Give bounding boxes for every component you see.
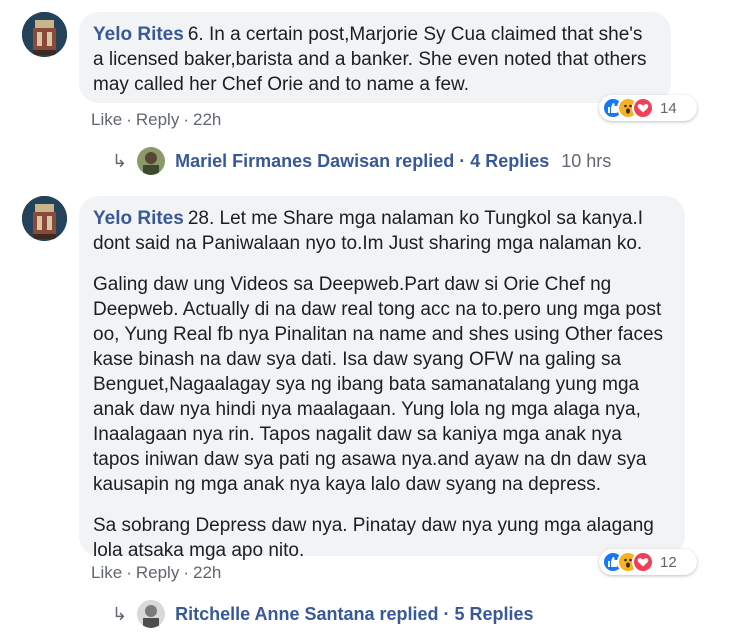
comment-bubble: Yelo Rites 6. In a certain post,Marjorie … bbox=[79, 12, 671, 103]
comment-paragraph: Sa sobrang Depress daw nya. Pinatay daw … bbox=[93, 515, 654, 561]
replies-text[interactable]: Mariel Firmanes Dawisan replied · 4 Repl… bbox=[175, 151, 549, 172]
love-icon bbox=[632, 551, 654, 573]
comment-paragraph: Galing daw ung Videos sa Deepweb.Part da… bbox=[93, 274, 664, 495]
separator: · bbox=[183, 110, 189, 129]
avatar-image bbox=[22, 12, 67, 57]
reply-avatar bbox=[137, 147, 166, 175]
like-button[interactable]: Like bbox=[91, 563, 122, 582]
like-button[interactable]: Like bbox=[91, 110, 122, 129]
reaction-count: 14 bbox=[660, 99, 677, 117]
reactions-summary[interactable]: 14 bbox=[599, 95, 697, 121]
separator: · bbox=[126, 563, 132, 582]
avatar[interactable] bbox=[22, 12, 67, 57]
love-icon bbox=[632, 97, 654, 119]
comment-actions: Like · Reply · 22h bbox=[91, 110, 221, 130]
comment-text: Yelo Rites 28. Let me Share mga nalaman k… bbox=[93, 206, 671, 256]
comment-text: Yelo Rites 6. In a certain post,Marjorie … bbox=[93, 22, 657, 97]
separator: · bbox=[183, 563, 189, 582]
comment-author[interactable]: Yelo Rites bbox=[93, 208, 184, 229]
reply-button[interactable]: Reply bbox=[136, 110, 179, 129]
comment-timestamp[interactable]: 22h bbox=[193, 563, 221, 582]
reply-button[interactable]: Reply bbox=[136, 563, 179, 582]
avatar[interactable] bbox=[22, 196, 67, 241]
comment-author[interactable]: Yelo Rites bbox=[93, 24, 184, 45]
replies-text[interactable]: Ritchelle Anne Santana replied · 5 Repli… bbox=[175, 604, 533, 625]
reaction-count: 12 bbox=[660, 553, 677, 571]
avatar-image bbox=[22, 196, 67, 241]
view-replies-link[interactable]: ↳ Ritchelle Anne Santana replied · 5 Rep… bbox=[112, 600, 534, 628]
reply-arrow-icon: ↳ bbox=[112, 603, 128, 624]
reactions-summary[interactable]: 12 bbox=[599, 549, 697, 575]
separator: · bbox=[126, 110, 132, 129]
reply-avatar bbox=[137, 600, 166, 628]
reply-arrow-icon: ↳ bbox=[112, 150, 128, 171]
replies-timestamp: 10 hrs bbox=[561, 150, 612, 171]
view-replies-link[interactable]: ↳ Mariel Firmanes Dawisan replied · 4 Re… bbox=[112, 147, 611, 175]
comment-bubble: Yelo Rites 28. Let me Share mga nalaman k… bbox=[79, 196, 685, 561]
comment-actions: Like · Reply · 22h bbox=[91, 563, 221, 583]
comment-timestamp[interactable]: 22h bbox=[193, 110, 221, 129]
